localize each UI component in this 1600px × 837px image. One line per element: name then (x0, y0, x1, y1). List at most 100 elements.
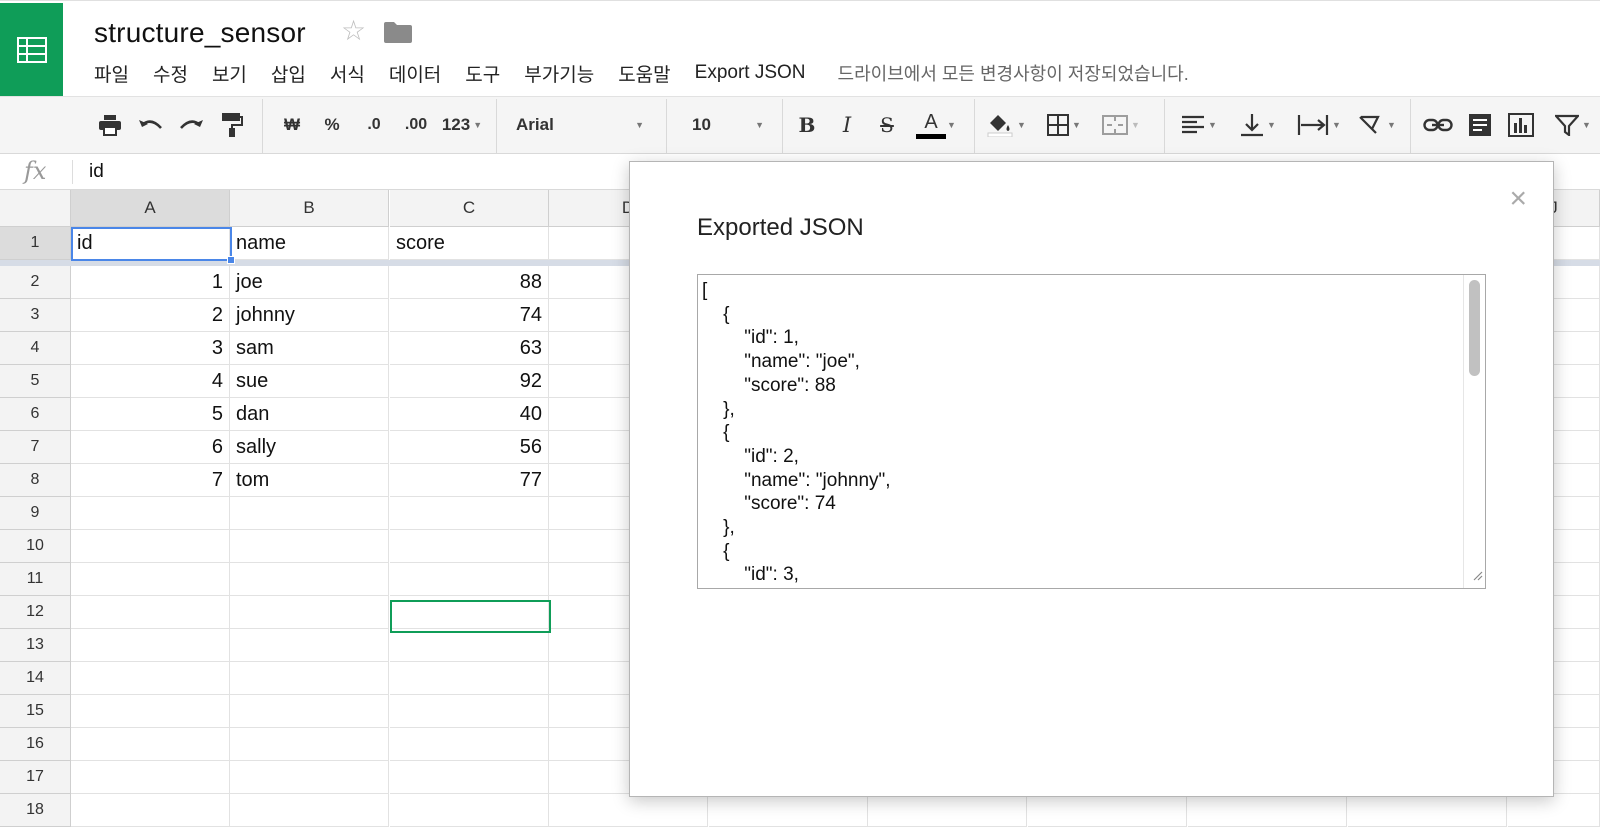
cell-a2[interactable]: 1 (71, 266, 230, 299)
row-header-1[interactable]: 1 (0, 227, 71, 260)
chart-icon[interactable] (1506, 110, 1536, 140)
menu-edit[interactable]: 수정 (153, 60, 188, 87)
cell-c10[interactable] (390, 530, 549, 563)
doc-title[interactable]: structure_sensor (94, 17, 306, 49)
cell-b11[interactable] (230, 563, 389, 596)
row-header-15[interactable]: 15 (0, 695, 71, 728)
undo-icon[interactable] (137, 110, 165, 140)
currency-format-button[interactable]: ₩ (278, 110, 306, 140)
filter-icon[interactable]: ▼ (1546, 110, 1600, 140)
redo-icon[interactable] (177, 110, 205, 140)
close-icon[interactable]: × (1509, 184, 1527, 214)
cell-b13[interactable] (230, 629, 389, 662)
menu-help[interactable]: 도움말 (618, 60, 670, 87)
cell-a9[interactable] (71, 497, 230, 530)
star-icon[interactable]: ☆ (341, 17, 366, 45)
paint-format-icon[interactable] (219, 110, 245, 140)
row-header-14[interactable]: 14 (0, 662, 71, 695)
cell-f18[interactable] (868, 794, 1027, 827)
horizontal-align-icon[interactable]: ▼ (1177, 110, 1221, 140)
cell-b18[interactable] (230, 794, 389, 827)
cell-b14[interactable] (230, 662, 389, 695)
cell-c17[interactable] (390, 761, 549, 794)
row-header-4[interactable]: 4 (0, 332, 71, 365)
scrollbar[interactable] (1463, 275, 1485, 588)
row-header-8[interactable]: 8 (0, 464, 71, 497)
cell-c2[interactable]: 88 (390, 266, 549, 299)
cell-a13[interactable] (71, 629, 230, 662)
borders-icon[interactable]: ▼ (1044, 110, 1084, 140)
cell-c1[interactable]: score (390, 227, 549, 260)
cell-c4[interactable]: 63 (390, 332, 549, 365)
menu-addons[interactable]: 부가기능 (524, 60, 594, 87)
row-header-18[interactable]: 18 (0, 794, 71, 827)
cell-b2[interactable]: joe (230, 266, 389, 299)
cell-c16[interactable] (390, 728, 549, 761)
menu-format[interactable]: 서식 (330, 60, 365, 87)
row-header-13[interactable]: 13 (0, 629, 71, 662)
link-icon[interactable] (1422, 110, 1454, 140)
cell-a16[interactable] (71, 728, 230, 761)
fill-handle[interactable] (227, 256, 235, 264)
cell-b3[interactable]: johnny (230, 299, 389, 332)
cell-b6[interactable]: dan (230, 398, 389, 431)
cell-c3[interactable]: 74 (390, 299, 549, 332)
italic-button[interactable]: I (834, 110, 860, 140)
decrease-decimals-button[interactable]: .0 (359, 110, 389, 140)
print-icon[interactable] (96, 110, 124, 140)
cell-d18[interactable] (549, 794, 708, 827)
cell-a12[interactable] (71, 596, 230, 629)
menu-file[interactable]: 파일 (94, 60, 129, 87)
fill-color-icon[interactable]: ▼ (984, 110, 1028, 140)
vertical-align-icon[interactable]: ▼ (1236, 110, 1280, 140)
cell-c5[interactable]: 92 (390, 365, 549, 398)
row-header-10[interactable]: 10 (0, 530, 71, 563)
cell-b8[interactable]: tom (230, 464, 389, 497)
cell-c13[interactable] (390, 629, 549, 662)
chevron-down-icon[interactable]: ▼ (944, 110, 956, 140)
sheets-logo-icon[interactable] (0, 3, 63, 96)
strikethrough-button[interactable]: S (874, 110, 900, 140)
cell-b4[interactable]: sam (230, 332, 389, 365)
cell-a8[interactable]: 7 (71, 464, 230, 497)
json-textarea[interactable]: [ { "id": 1, "name": "joe", "score": 88 … (697, 274, 1486, 589)
increase-decimals-button[interactable]: .00 (398, 110, 434, 140)
save-status[interactable]: 드라이브에서 모든 변경사항이 저장되었습니다. (838, 60, 1189, 86)
cell-a7[interactable]: 6 (71, 431, 230, 464)
cell-b16[interactable] (230, 728, 389, 761)
scrollbar-thumb[interactable] (1469, 280, 1480, 376)
menu-tools[interactable]: 도구 (465, 60, 500, 87)
cell-c7[interactable]: 56 (390, 431, 549, 464)
cell-g18[interactable] (1028, 794, 1187, 827)
cell-a6[interactable]: 5 (71, 398, 230, 431)
cell-c8[interactable]: 77 (390, 464, 549, 497)
menu-view[interactable]: 보기 (212, 60, 247, 87)
row-header-12[interactable]: 12 (0, 596, 71, 629)
bold-button[interactable]: B (794, 110, 820, 140)
row-header-2[interactable]: 2 (0, 266, 71, 299)
column-header-a[interactable]: A (71, 190, 230, 227)
cell-a11[interactable] (71, 563, 230, 596)
cell-c6[interactable]: 40 (390, 398, 549, 431)
menu-data[interactable]: 데이터 (389, 60, 441, 87)
cell-e18[interactable] (709, 794, 868, 827)
row-header-16[interactable]: 16 (0, 728, 71, 761)
cell-a18[interactable] (71, 794, 230, 827)
cell-h18[interactable] (1188, 794, 1347, 827)
cell-b5[interactable]: sue (230, 365, 389, 398)
select-all-corner[interactable] (0, 190, 71, 227)
number-format-dropdown[interactable]: 123 ▼ (439, 110, 485, 140)
highlighted-range[interactable] (390, 600, 551, 633)
cell-b7[interactable]: sally (230, 431, 389, 464)
cell-a5[interactable]: 4 (71, 365, 230, 398)
cell-c11[interactable] (390, 563, 549, 596)
cell-c9[interactable] (390, 497, 549, 530)
folder-icon[interactable] (384, 22, 412, 48)
resize-grip-icon[interactable] (1471, 568, 1483, 586)
menu-insert[interactable]: 삽입 (271, 60, 306, 87)
percent-format-button[interactable]: % (320, 110, 344, 140)
cell-c15[interactable] (390, 695, 549, 728)
cell-j18[interactable] (1508, 794, 1600, 827)
row-header-3[interactable]: 3 (0, 299, 71, 332)
row-header-7[interactable]: 7 (0, 431, 71, 464)
